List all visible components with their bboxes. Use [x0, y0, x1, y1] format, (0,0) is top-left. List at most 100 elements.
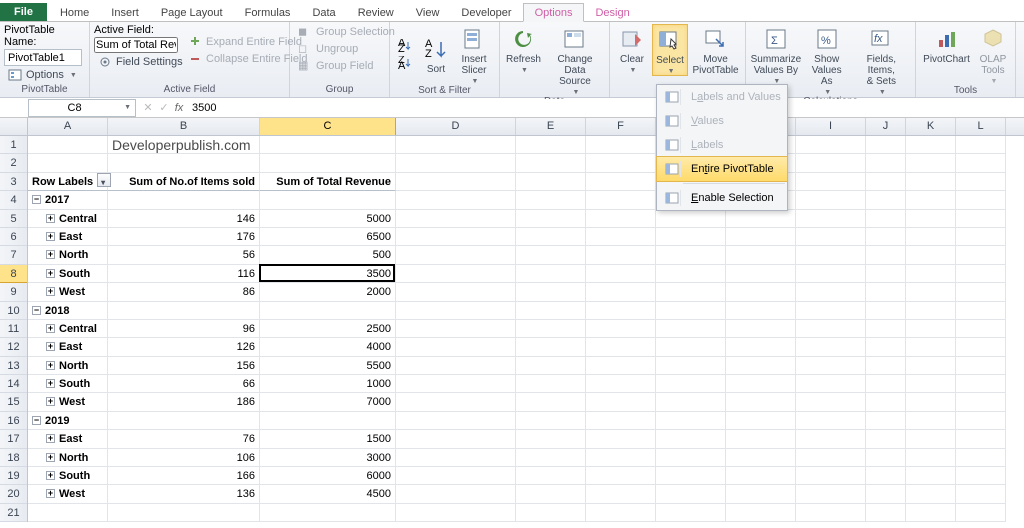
cell[interactable]: [956, 228, 1006, 246]
cell[interactable]: [906, 302, 956, 320]
row-header-6[interactable]: 6: [0, 228, 27, 246]
sort-desc-button[interactable]: ZA: [394, 55, 416, 71]
cell[interactable]: [796, 154, 866, 172]
cell[interactable]: [726, 504, 796, 522]
cell[interactable]: [906, 449, 956, 467]
cell[interactable]: [956, 191, 1006, 209]
cell[interactable]: [396, 393, 516, 411]
formula-input[interactable]: [186, 99, 1024, 117]
row-header-9[interactable]: 9: [0, 283, 27, 301]
cell[interactable]: [396, 265, 516, 283]
cell[interactable]: [956, 449, 1006, 467]
row-header-15[interactable]: 15: [0, 393, 27, 411]
cell[interactable]: [796, 191, 866, 209]
tab-formulas[interactable]: Formulas: [234, 4, 302, 21]
row-labels-header[interactable]: Row Labels: [28, 173, 108, 191]
menu-item-enable-selection[interactable]: Enable Selection: [657, 186, 787, 210]
row-header-3[interactable]: 3: [0, 173, 27, 191]
cell[interactable]: [586, 485, 656, 503]
cell[interactable]: [796, 449, 866, 467]
cell[interactable]: [586, 246, 656, 264]
cell[interactable]: [906, 210, 956, 228]
cell[interactable]: [656, 357, 726, 375]
group-field-button[interactable]: ▦Group Field: [294, 58, 399, 74]
collapse-icon[interactable]: −: [32, 416, 41, 425]
collapse-icon[interactable]: −: [32, 195, 41, 204]
expand-icon[interactable]: +: [46, 324, 55, 333]
cell[interactable]: [956, 136, 1006, 154]
cell[interactable]: [656, 504, 726, 522]
cell[interactable]: [260, 302, 396, 320]
cell[interactable]: [396, 136, 516, 154]
row-header-20[interactable]: 20: [0, 485, 27, 503]
row-header-11[interactable]: 11: [0, 320, 27, 338]
cell[interactable]: [586, 265, 656, 283]
tab-data[interactable]: Data: [301, 4, 346, 21]
cell[interactable]: [586, 191, 656, 209]
cell[interactable]: [906, 393, 956, 411]
ungroup-button[interactable]: ◻Ungroup: [294, 41, 399, 57]
pivottable-name-input[interactable]: [4, 49, 82, 66]
cell[interactable]: [516, 393, 586, 411]
row-header-19[interactable]: 19: [0, 467, 27, 485]
cell[interactable]: [586, 504, 656, 522]
region-East[interactable]: +East: [28, 228, 108, 246]
column-header-L[interactable]: L: [956, 118, 1006, 135]
cell[interactable]: [586, 210, 656, 228]
cell[interactable]: [796, 504, 866, 522]
cell[interactable]: [396, 283, 516, 301]
change-data-source-button[interactable]: Change Data Source▼: [545, 24, 605, 96]
cell[interactable]: [396, 412, 516, 430]
cell[interactable]: [108, 504, 260, 522]
cell[interactable]: [906, 173, 956, 191]
expand-icon[interactable]: +: [46, 453, 55, 462]
tab-home[interactable]: Home: [49, 4, 100, 21]
cell[interactable]: [260, 136, 396, 154]
expand-icon[interactable]: +: [46, 379, 55, 388]
cell[interactable]: [726, 393, 796, 411]
row-header-17[interactable]: 17: [0, 430, 27, 448]
cell[interactable]: [906, 485, 956, 503]
row-header-7[interactable]: 7: [0, 246, 27, 264]
cell[interactable]: [516, 320, 586, 338]
row-header-18[interactable]: 18: [0, 449, 27, 467]
group-selection-button[interactable]: ◼Group Selection: [294, 24, 399, 40]
cell[interactable]: [726, 357, 796, 375]
tab-developer[interactable]: Developer: [450, 4, 522, 21]
row-header-16[interactable]: 16: [0, 412, 27, 430]
cell[interactable]: [396, 210, 516, 228]
expand-icon[interactable]: +: [46, 361, 55, 370]
cell[interactable]: [956, 393, 1006, 411]
row-header-1[interactable]: 1: [0, 136, 27, 154]
column-header-F[interactable]: F: [586, 118, 656, 135]
cell[interactable]: [796, 375, 866, 393]
cell[interactable]: [396, 320, 516, 338]
cell[interactable]: [906, 320, 956, 338]
cell[interactable]: [726, 265, 796, 283]
region-North[interactable]: +North: [28, 449, 108, 467]
tab-review[interactable]: Review: [347, 4, 405, 21]
cell[interactable]: [656, 467, 726, 485]
cell[interactable]: [516, 467, 586, 485]
cell[interactable]: [906, 467, 956, 485]
cell[interactable]: [586, 136, 656, 154]
cell[interactable]: [906, 504, 956, 522]
cell[interactable]: [866, 320, 906, 338]
cell[interactable]: [396, 467, 516, 485]
cell[interactable]: [796, 173, 866, 191]
cell[interactable]: [796, 393, 866, 411]
cell[interactable]: [866, 246, 906, 264]
cell[interactable]: [906, 265, 956, 283]
cell[interactable]: [866, 412, 906, 430]
cell[interactable]: [866, 375, 906, 393]
cell[interactable]: [656, 283, 726, 301]
cell[interactable]: [866, 173, 906, 191]
row-header-13[interactable]: 13: [0, 357, 27, 375]
expand-icon[interactable]: +: [46, 287, 55, 296]
cell[interactable]: [396, 449, 516, 467]
summarize-values-button[interactable]: ΣSummarize Values By▼: [750, 24, 802, 85]
cell[interactable]: [906, 283, 956, 301]
column-header-K[interactable]: K: [906, 118, 956, 135]
region-West[interactable]: +West: [28, 393, 108, 411]
expand-icon[interactable]: +: [46, 489, 55, 498]
